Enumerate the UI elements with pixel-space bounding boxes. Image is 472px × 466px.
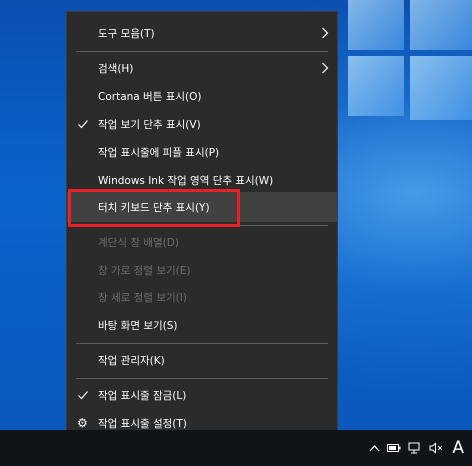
taskbar-context-menu: 도구 모음(T) 검색(H) Cortana 버튼 표시(O) 작업 보기 단추…	[66, 11, 338, 443]
menu-item-label: 창 가로 정렬 보기(E)	[98, 264, 191, 277]
volume-muted-icon[interactable]	[429, 442, 443, 454]
menu-item-label: Windows Ink 작업 영역 단추 표시(W)	[98, 174, 274, 187]
menu-separator	[76, 343, 328, 344]
chevron-right-icon	[322, 27, 329, 39]
menu-item-label: 창 세로 정렬 보기(I)	[98, 291, 187, 304]
menu-item-people-button[interactable]: 작업 표시줄에 피플 표시(P)	[67, 137, 337, 167]
battery-icon[interactable]	[387, 443, 401, 453]
menu-item-side-by-side-windows: 창 세로 정렬 보기(I)	[67, 282, 337, 312]
menu-item-label: 작업 표시줄 설정(T)	[98, 417, 187, 430]
menu-item-label: 검색(H)	[98, 62, 134, 75]
gear-icon: ⚙	[77, 416, 88, 430]
windows-logo-wallpaper	[340, 0, 472, 200]
menu-item-cortana-button[interactable]: Cortana 버튼 표시(O)	[67, 81, 337, 111]
chevron-up-icon[interactable]	[369, 444, 380, 452]
menu-item-label: 작업 표시줄에 피플 표시(P)	[98, 146, 220, 159]
menu-item-show-desktop[interactable]: 바탕 화면 보기(S)	[67, 310, 337, 340]
menu-item-task-view-button[interactable]: 작업 보기 단추 표시(V)	[67, 109, 337, 139]
menu-item-cascade-windows: 계단식 창 배열(D)	[67, 227, 337, 257]
menu-item-label: 바탕 화면 보기(S)	[98, 319, 178, 332]
system-tray: A	[369, 430, 472, 466]
menu-item-toolbars[interactable]: 도구 모음(T)	[67, 18, 337, 48]
menu-item-label: 도구 모음(T)	[98, 27, 155, 40]
taskbar[interactable]: A	[0, 430, 472, 466]
menu-item-stack-windows: 창 가로 정렬 보기(E)	[67, 255, 337, 285]
red-highlight-box	[68, 189, 240, 227]
checkmark-icon	[78, 120, 88, 129]
checkmark-icon	[78, 391, 88, 400]
menu-item-label: Cortana 버튼 표시(O)	[98, 90, 202, 103]
menu-item-label: 작업 관리자(K)	[98, 354, 165, 367]
menu-item-label: 작업 보기 단추 표시(V)	[98, 118, 201, 131]
menu-item-task-manager[interactable]: 작업 관리자(K)	[67, 345, 337, 375]
menu-item-label: 작업 표시줄 잠금(L)	[98, 389, 187, 402]
menu-item-label: 계단식 창 배열(D)	[98, 236, 179, 249]
menu-item-lock-taskbar[interactable]: 작업 표시줄 잠금(L)	[67, 380, 337, 410]
menu-item-search[interactable]: 검색(H)	[67, 53, 337, 83]
chevron-right-icon	[322, 62, 329, 74]
ime-indicator[interactable]: A	[452, 439, 464, 457]
menu-separator	[76, 378, 328, 379]
menu-separator	[76, 51, 328, 52]
network-icon[interactable]	[408, 442, 422, 454]
